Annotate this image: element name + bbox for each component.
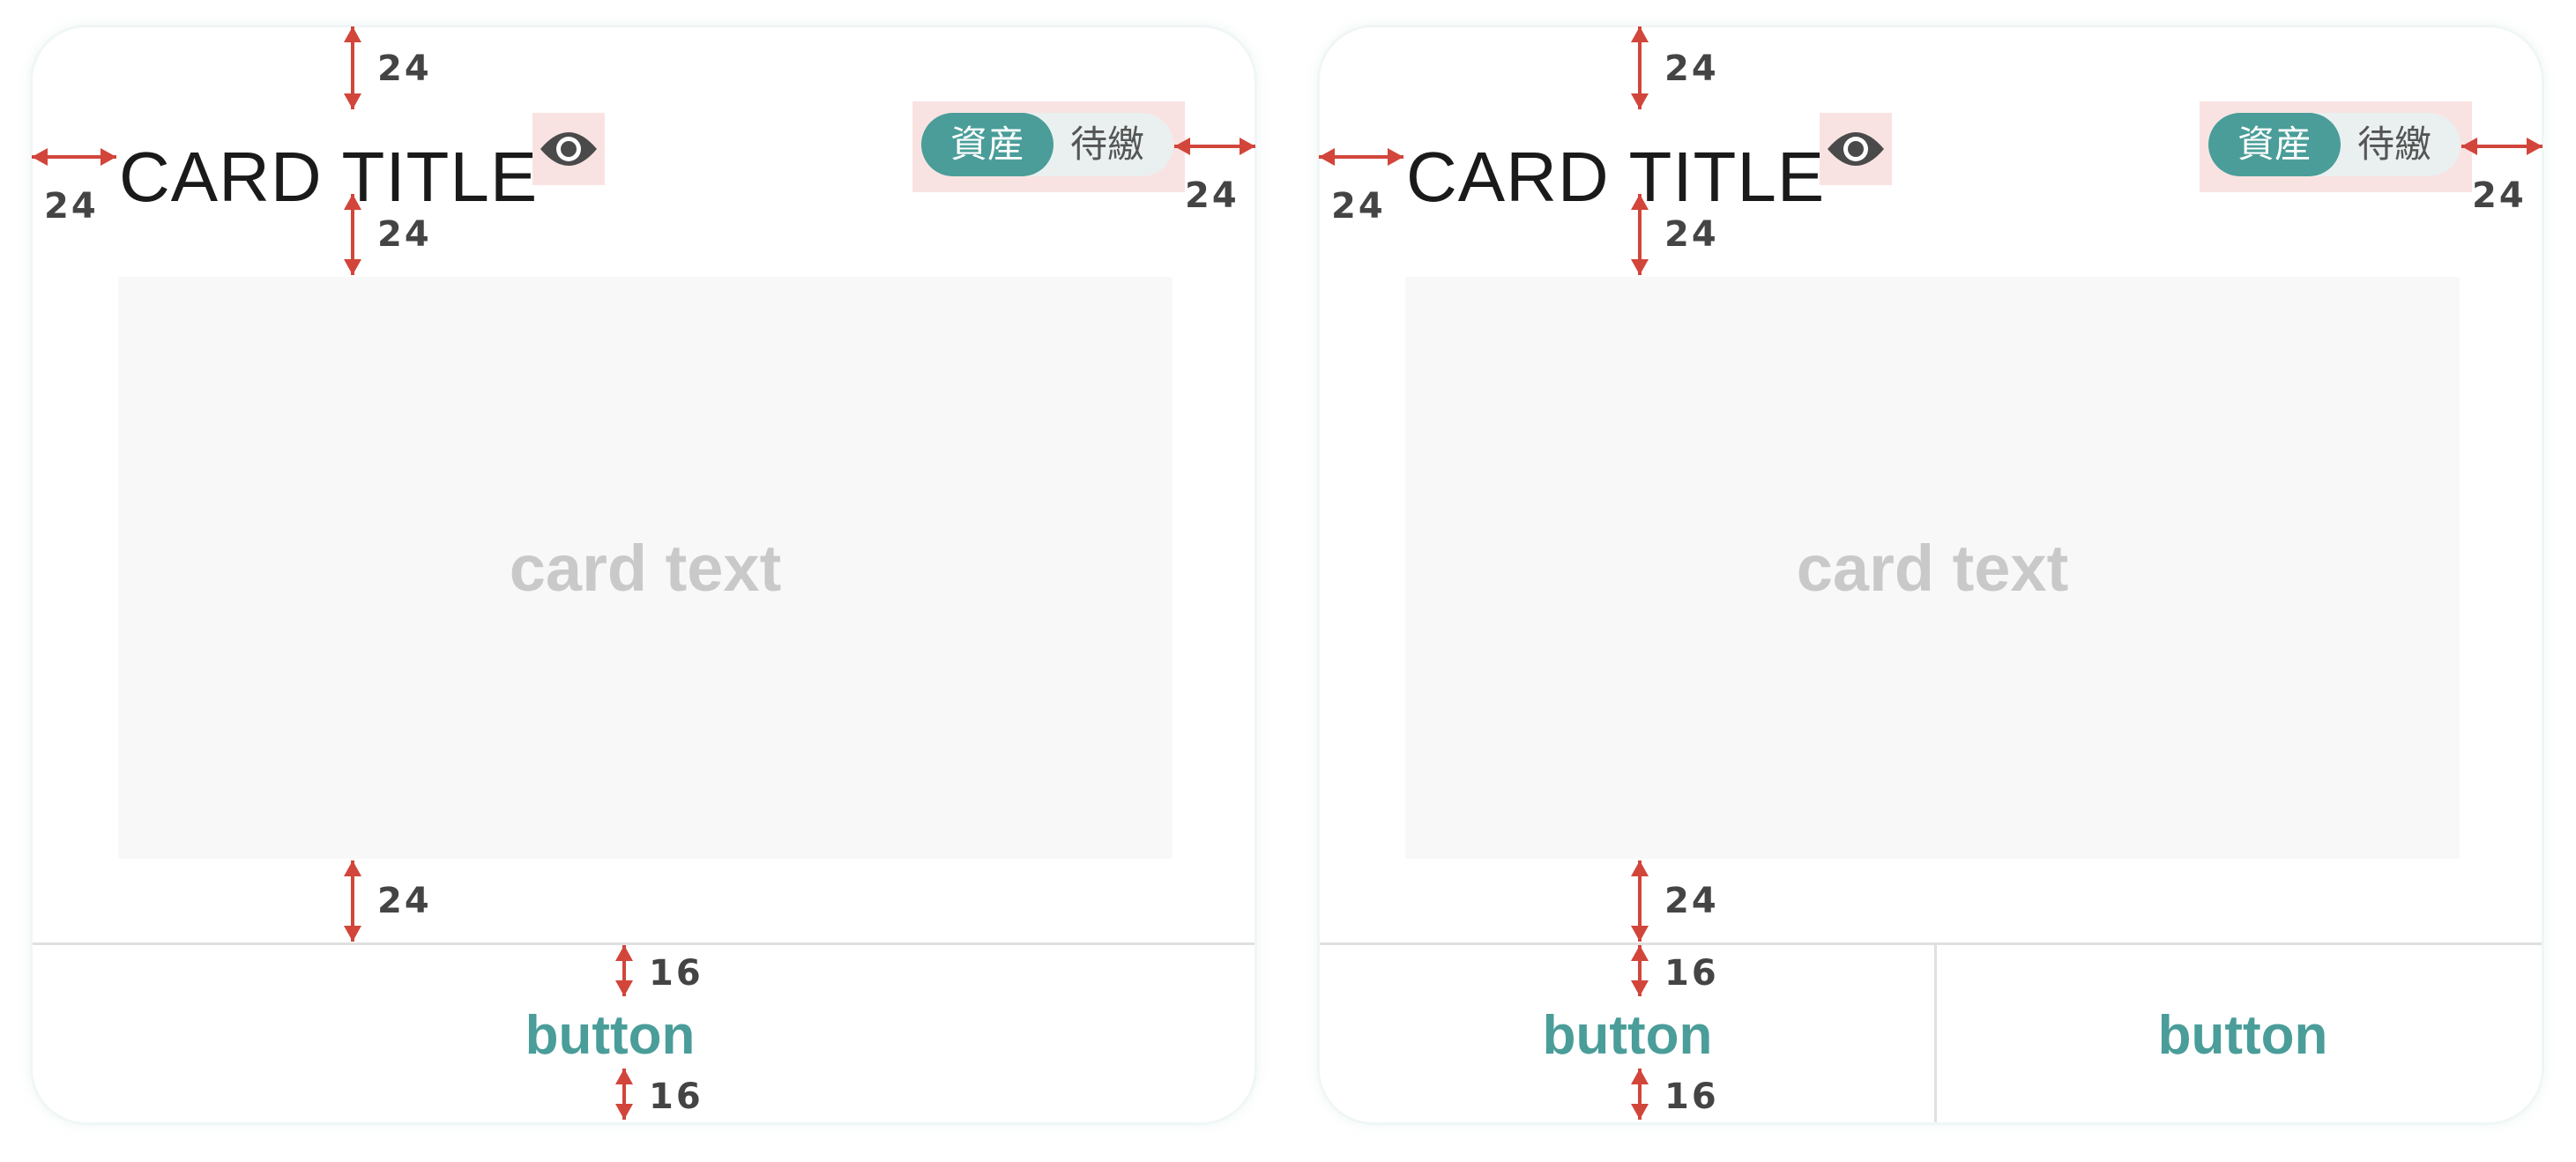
segmented-toggle: 資産 待繳 xyxy=(921,113,1173,176)
card-button[interactable]: button xyxy=(522,1002,698,1069)
eye-icon xyxy=(540,132,597,166)
spacing-title-gap-marker-label: 24 xyxy=(1664,214,1719,255)
spacing-content-gap-marker-label: 24 xyxy=(377,881,432,921)
spacing-button-bottom-marker-label: 16 xyxy=(649,1076,704,1117)
segmented-toggle: 資産 待繳 xyxy=(2208,113,2461,176)
spacing-right-marker-label: 24 xyxy=(2472,175,2527,216)
card-content: card text xyxy=(1405,277,2460,859)
spacing-button-bottom-marker-label: 16 xyxy=(1664,1076,1719,1117)
spacing-left-marker-label: 24 xyxy=(1331,186,1386,227)
card-text: card text xyxy=(509,532,782,605)
card-title: CARD TITLE xyxy=(119,138,539,216)
toggle-option-pending[interactable]: 待繳 xyxy=(1041,113,1173,176)
segmented-toggle-area: 資産 待繳 xyxy=(912,101,1185,192)
visibility-toggle[interactable] xyxy=(532,113,605,185)
card-button-right[interactable]: button xyxy=(2155,1002,2331,1069)
card-title: CARD TITLE xyxy=(1406,138,1826,216)
card-two-buttons: CARD TITLE 資産 待繳 card text button button xyxy=(1317,25,2544,1125)
spacing-left-marker-label: 24 xyxy=(44,186,99,227)
toggle-option-assets[interactable]: 資産 xyxy=(2208,113,2341,176)
spacing-button-top-marker-label: 16 xyxy=(649,953,704,994)
button-divider xyxy=(1934,945,1937,1122)
toggle-option-pending[interactable]: 待繳 xyxy=(2328,113,2461,176)
spacing-button-top-marker-label: 16 xyxy=(1664,953,1719,994)
spacing-top-marker-label: 24 xyxy=(377,48,432,89)
segmented-toggle-area: 資産 待繳 xyxy=(2200,101,2472,192)
card-text: card text xyxy=(1796,532,2069,605)
card-button-left[interactable]: button xyxy=(1539,1002,1716,1069)
visibility-toggle[interactable] xyxy=(1820,113,1892,185)
divider xyxy=(33,942,1254,945)
toggle-option-assets[interactable]: 資産 xyxy=(921,113,1053,176)
spacing-title-gap-marker-label: 24 xyxy=(377,214,432,255)
card-content: card text xyxy=(118,277,1173,859)
eye-icon xyxy=(1828,132,1884,166)
spacing-right-marker-label: 24 xyxy=(1185,175,1240,216)
spacing-top-marker-label: 24 xyxy=(1664,48,1719,89)
divider xyxy=(1320,942,2542,945)
card-single-button: CARD TITLE 資産 待繳 card text button xyxy=(30,25,1257,1125)
spacing-content-gap-marker-label: 24 xyxy=(1664,881,1719,921)
